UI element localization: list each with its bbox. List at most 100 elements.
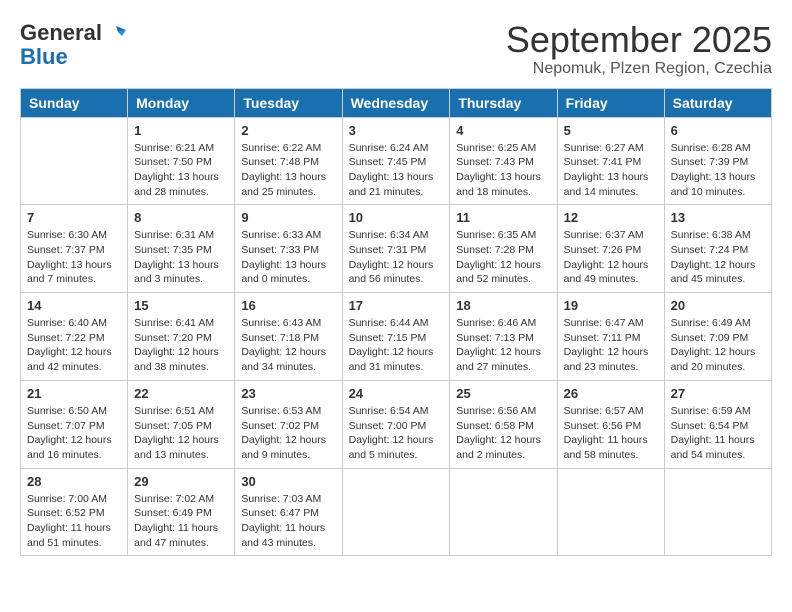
- day-number: 16: [241, 298, 335, 313]
- day-info: Sunrise: 7:02 AM Sunset: 6:49 PM Dayligh…: [134, 492, 228, 551]
- calendar-cell-w1-d7: 6 Sunrise: 6:28 AM Sunset: 7:39 PM Daylig…: [664, 117, 771, 205]
- day-info: Sunrise: 6:40 AM Sunset: 7:22 PM Dayligh…: [27, 316, 121, 375]
- day-number: 23: [241, 386, 335, 401]
- day-number: 25: [456, 386, 550, 401]
- calendar-cell-w5-d7: [664, 468, 771, 556]
- calendar-cell-w5-d5: [450, 468, 557, 556]
- day-number: 6: [671, 123, 765, 138]
- day-number: 12: [564, 210, 658, 225]
- col-tuesday: Tuesday: [235, 88, 342, 117]
- day-number: 4: [456, 123, 550, 138]
- calendar-cell-w2-d7: 13Sunrise: 6:38 AM Sunset: 7:24 PM Dayli…: [664, 205, 771, 293]
- day-number: 1: [134, 123, 228, 138]
- day-info: Sunrise: 6:28 AM Sunset: 7:39 PM Dayligh…: [671, 141, 765, 200]
- calendar-cell-w3-d7: 20 Sunrise: 6:49 AM Sunset: 7:09 PM Dayli…: [664, 293, 771, 381]
- day-number: 21: [27, 386, 121, 401]
- calendar-cell-w4-d5: 25 Sunrise: 6:56 AM Sunset: 6:58 PM Dayli…: [450, 380, 557, 468]
- day-number: 5: [564, 123, 658, 138]
- day-number: 18: [456, 298, 550, 313]
- day-info: Sunrise: 6:46 AM Sunset: 7:13 PM Dayligh…: [456, 316, 550, 375]
- col-sunday: Sunday: [21, 88, 128, 117]
- day-info: Sunrise: 6:44 AM Sunset: 7:15 PM Dayligh…: [349, 316, 444, 375]
- day-info: Sunrise: 6:59 AM Sunset: 6:54 PM Dayligh…: [671, 404, 765, 463]
- calendar-week-4: 21 Sunrise: 6:50 AM Sunset: 7:07 PM Dayli…: [21, 380, 772, 468]
- page-header: General Blue September 2025 Nepomuk, Plz…: [20, 20, 772, 78]
- day-number: 14: [27, 298, 121, 313]
- day-info: Sunrise: 6:22 AM Sunset: 7:48 PM Dayligh…: [241, 141, 335, 200]
- day-info: Sunrise: 6:35 AM Sunset: 7:28 PM Dayligh…: [456, 228, 550, 287]
- calendar-body: 1Sunrise: 6:21 AM Sunset: 7:50 PM Daylig…: [21, 117, 772, 556]
- day-info: Sunrise: 6:51 AM Sunset: 7:05 PM Dayligh…: [134, 404, 228, 463]
- col-thursday: Thursday: [450, 88, 557, 117]
- calendar-cell-w2-d2: 8Sunrise: 6:31 AM Sunset: 7:35 PM Daylig…: [128, 205, 235, 293]
- day-info: Sunrise: 6:49 AM Sunset: 7:09 PM Dayligh…: [671, 316, 765, 375]
- calendar-cell-w4-d3: 23 Sunrise: 6:53 AM Sunset: 7:02 PM Dayli…: [235, 380, 342, 468]
- day-number: 11: [456, 210, 550, 225]
- day-info: Sunrise: 6:43 AM Sunset: 7:18 PM Dayligh…: [241, 316, 335, 375]
- day-number: 8: [134, 210, 228, 225]
- day-number: 24: [349, 386, 444, 401]
- day-info: Sunrise: 6:53 AM Sunset: 7:02 PM Dayligh…: [241, 404, 335, 463]
- calendar-cell-w1-d4: 3 Sunrise: 6:24 AM Sunset: 7:45 PM Daylig…: [342, 117, 450, 205]
- calendar-table: Sunday Monday Tuesday Wednesday Thursday…: [20, 88, 772, 557]
- day-number: 7: [27, 210, 121, 225]
- calendar-cell-w1-d2: 1Sunrise: 6:21 AM Sunset: 7:50 PM Daylig…: [128, 117, 235, 205]
- calendar-cell-w1-d6: 5 Sunrise: 6:27 AM Sunset: 7:41 PM Daylig…: [557, 117, 664, 205]
- day-number: 3: [349, 123, 444, 138]
- month-title: September 2025: [506, 20, 772, 60]
- calendar-cell-w5-d2: 29Sunrise: 7:02 AM Sunset: 6:49 PM Dayli…: [128, 468, 235, 556]
- day-info: Sunrise: 6:27 AM Sunset: 7:41 PM Dayligh…: [564, 141, 658, 200]
- day-info: Sunrise: 6:47 AM Sunset: 7:11 PM Dayligh…: [564, 316, 658, 375]
- day-info: Sunrise: 6:24 AM Sunset: 7:45 PM Dayligh…: [349, 141, 444, 200]
- calendar-cell-w3-d2: 15 Sunrise: 6:41 AM Sunset: 7:20 PM Dayli…: [128, 293, 235, 381]
- col-wednesday: Wednesday: [342, 88, 450, 117]
- day-info: Sunrise: 6:50 AM Sunset: 7:07 PM Dayligh…: [27, 404, 121, 463]
- calendar-cell-w5-d6: [557, 468, 664, 556]
- location-title: Nepomuk, Plzen Region, Czechia: [506, 60, 772, 78]
- calendar-week-1: 1Sunrise: 6:21 AM Sunset: 7:50 PM Daylig…: [21, 117, 772, 205]
- day-info: Sunrise: 6:34 AM Sunset: 7:31 PM Dayligh…: [349, 228, 444, 287]
- day-number: 15: [134, 298, 228, 313]
- calendar-cell-w3-d4: 17Sunrise: 6:44 AM Sunset: 7:15 PM Dayli…: [342, 293, 450, 381]
- day-number: 2: [241, 123, 335, 138]
- day-info: Sunrise: 6:41 AM Sunset: 7:20 PM Dayligh…: [134, 316, 228, 375]
- calendar-cell-w2-d1: 7Sunrise: 6:30 AM Sunset: 7:37 PM Daylig…: [21, 205, 128, 293]
- day-number: 28: [27, 474, 121, 489]
- calendar-cell-w2-d3: 9 Sunrise: 6:33 AM Sunset: 7:33 PM Daylig…: [235, 205, 342, 293]
- day-info: Sunrise: 6:25 AM Sunset: 7:43 PM Dayligh…: [456, 141, 550, 200]
- logo-blue: Blue: [20, 46, 68, 68]
- day-info: Sunrise: 6:33 AM Sunset: 7:33 PM Dayligh…: [241, 228, 335, 287]
- calendar-cell-w3-d6: 19 Sunrise: 6:47 AM Sunset: 7:11 PM Dayli…: [557, 293, 664, 381]
- calendar-cell-w3-d5: 18 Sunrise: 6:46 AM Sunset: 7:13 PM Dayli…: [450, 293, 557, 381]
- calendar-cell-w2-d6: 12 Sunrise: 6:37 AM Sunset: 7:26 PM Dayli…: [557, 205, 664, 293]
- day-info: Sunrise: 6:56 AM Sunset: 6:58 PM Dayligh…: [456, 404, 550, 463]
- logo: General Blue: [20, 20, 126, 68]
- day-info: Sunrise: 6:37 AM Sunset: 7:26 PM Dayligh…: [564, 228, 658, 287]
- day-number: 26: [564, 386, 658, 401]
- calendar-header-row: Sunday Monday Tuesday Wednesday Thursday…: [21, 88, 772, 117]
- calendar-cell-w4-d7: 27 Sunrise: 6:59 AM Sunset: 6:54 PM Dayli…: [664, 380, 771, 468]
- day-number: 27: [671, 386, 765, 401]
- day-number: 20: [671, 298, 765, 313]
- day-number: 13: [671, 210, 765, 225]
- day-number: 9: [241, 210, 335, 225]
- day-info: Sunrise: 6:54 AM Sunset: 7:00 PM Dayligh…: [349, 404, 444, 463]
- calendar-cell-w4-d2: 22Sunrise: 6:51 AM Sunset: 7:05 PM Dayli…: [128, 380, 235, 468]
- calendar-cell-w2-d5: 11 Sunrise: 6:35 AM Sunset: 7:28 PM Dayli…: [450, 205, 557, 293]
- calendar-week-5: 28 Sunrise: 7:00 AM Sunset: 6:52 PM Dayli…: [21, 468, 772, 556]
- col-saturday: Saturday: [664, 88, 771, 117]
- col-friday: Friday: [557, 88, 664, 117]
- day-info: Sunrise: 7:00 AM Sunset: 6:52 PM Dayligh…: [27, 492, 121, 551]
- calendar-cell-w4-d6: 26 Sunrise: 6:57 AM Sunset: 6:56 PM Dayli…: [557, 380, 664, 468]
- day-number: 10: [349, 210, 444, 225]
- day-info: Sunrise: 6:57 AM Sunset: 6:56 PM Dayligh…: [564, 404, 658, 463]
- day-info: Sunrise: 7:03 AM Sunset: 6:47 PM Dayligh…: [241, 492, 335, 551]
- calendar-cell-w5-d3: 30Sunrise: 7:03 AM Sunset: 6:47 PM Dayli…: [235, 468, 342, 556]
- logo-bird-icon: [104, 22, 126, 44]
- calendar-cell-w2-d4: 10 Sunrise: 6:34 AM Sunset: 7:31 PM Dayli…: [342, 205, 450, 293]
- calendar-cell-w5-d4: [342, 468, 450, 556]
- logo-general: General: [20, 20, 102, 46]
- day-number: 19: [564, 298, 658, 313]
- calendar-cell-w1-d3: 2 Sunrise: 6:22 AM Sunset: 7:48 PM Daylig…: [235, 117, 342, 205]
- calendar-cell-w3-d3: 16 Sunrise: 6:43 AM Sunset: 7:18 PM Dayli…: [235, 293, 342, 381]
